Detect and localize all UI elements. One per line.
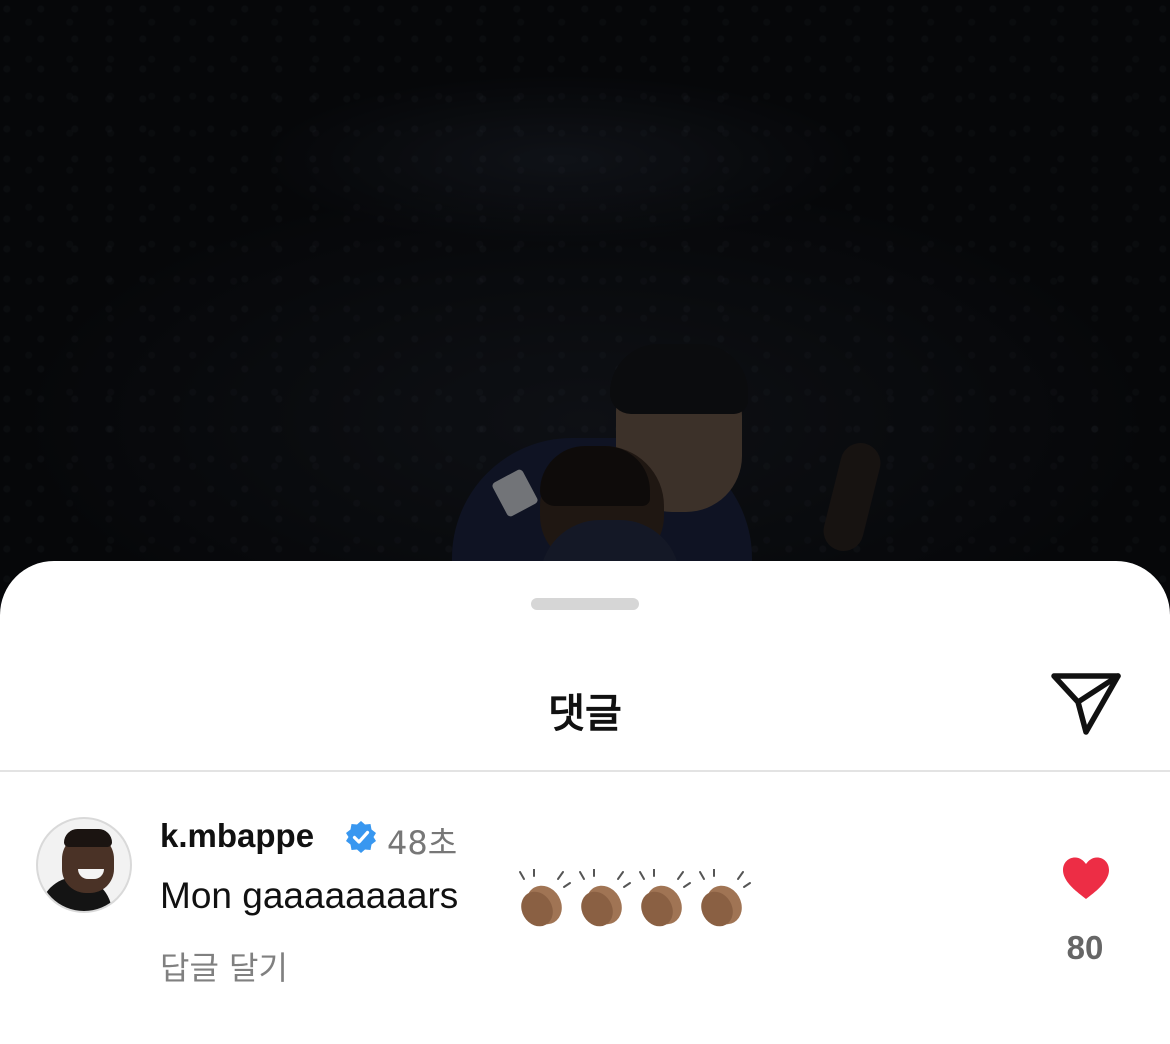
comment-text: Mon gaaaaaaaars xyxy=(160,875,459,916)
avatar-hair xyxy=(64,829,112,847)
background-post-photo xyxy=(0,0,1170,600)
header-divider xyxy=(0,770,1170,772)
clapping-hands-emojis xyxy=(519,869,751,927)
clapping-hands-icon xyxy=(699,869,751,927)
paper-plane-icon xyxy=(1051,673,1121,735)
share-button[interactable] xyxy=(1048,669,1124,739)
clapping-hands-icon xyxy=(519,869,571,927)
clapping-hands-icon xyxy=(579,869,631,927)
avatar[interactable] xyxy=(36,817,132,913)
verified-badge-icon xyxy=(346,821,376,853)
dim-overlay xyxy=(0,0,1170,600)
comment-username[interactable]: k.mbappe xyxy=(160,817,314,855)
reply-button[interactable]: 답글 달기 xyxy=(160,943,288,989)
sheet-title: 댓글 xyxy=(548,691,622,737)
clapping-hands-icon xyxy=(639,869,691,927)
heart-icon[interactable] xyxy=(1060,855,1112,901)
comments-sheet: 댓글 k.mbappe 48초 Mon gaaaaaaaars 답글 달기 80 xyxy=(0,561,1170,1044)
like-count: 80 xyxy=(1066,929,1104,966)
sheet-grabber[interactable] xyxy=(531,598,639,610)
comment-timestamp: 48초 xyxy=(387,824,458,862)
